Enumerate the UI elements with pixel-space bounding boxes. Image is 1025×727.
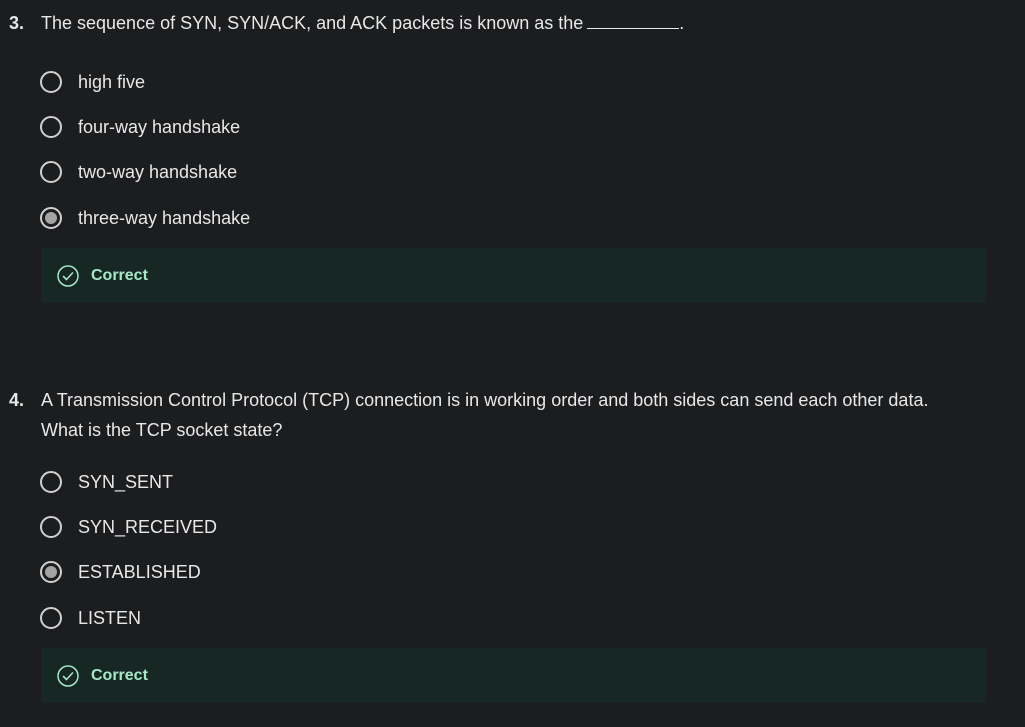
option-syn-sent[interactable]: SYN_SENT	[40, 467, 173, 497]
radio-button[interactable]	[40, 161, 62, 183]
question-number: 3.	[9, 13, 25, 33]
radio-button[interactable]	[40, 607, 62, 629]
option-syn-received[interactable]: SYN_RECEIVED	[40, 512, 217, 542]
option-established[interactable]: ESTABLISHED	[40, 557, 201, 587]
answer-blank	[587, 8, 680, 29]
radio-button[interactable]	[40, 71, 62, 93]
question-text: The sequence of SYN, SYN/ACK, and ACK pa…	[41, 8, 1025, 38]
check-circle-icon	[57, 664, 79, 687]
option-high-five[interactable]: high five	[40, 67, 145, 97]
feedback-correct-banner: Correct	[41, 248, 986, 303]
question-text: A Transmission Control Protocol (TCP) co…	[41, 390, 929, 440]
radio-button-selected[interactable]	[40, 207, 62, 229]
quiz-page: 3. The sequence of SYN, SYN/ACK, and ACK…	[0, 0, 1025, 727]
option-label: four-way handshake	[78, 116, 241, 137]
question-4: 4. A Transmission Control Protocol (TCP)…	[0, 385, 1025, 445]
question-3-header: 3. The sequence of SYN, SYN/ACK, and ACK…	[0, 8, 1025, 38]
option-listen[interactable]: LISTEN	[40, 603, 141, 633]
check-circle-icon	[57, 264, 79, 287]
radio-button-selected[interactable]	[40, 561, 62, 583]
radio-button[interactable]	[40, 516, 62, 538]
radio-button[interactable]	[40, 471, 62, 493]
radio-button[interactable]	[40, 116, 62, 138]
feedback-label: Correct	[91, 666, 148, 684]
feedback-correct-banner: Correct	[41, 648, 986, 703]
option-label: LISTEN	[78, 607, 142, 628]
option-label: three-way handshake	[78, 207, 251, 228]
option-label: SYN_SENT	[78, 471, 174, 492]
question-3-period: .	[679, 13, 685, 33]
question-3-prompt: The sequence of SYN, SYN/ACK, and ACK pa…	[41, 13, 584, 33]
option-three-way-handshake[interactable]: three-way handshake	[40, 203, 250, 233]
option-label: ESTABLISHED	[78, 561, 201, 582]
option-label: two-way handshake	[78, 161, 238, 182]
question-4-header: 4. A Transmission Control Protocol (TCP)…	[0, 385, 1025, 445]
option-four-way-handshake[interactable]: four-way handshake	[40, 112, 240, 142]
feedback-label: Correct	[91, 266, 148, 284]
question-number: 4.	[9, 390, 25, 410]
option-label: high five	[78, 71, 146, 92]
question-3: 3. The sequence of SYN, SYN/ACK, and ACK…	[0, 8, 1025, 38]
option-label: SYN_RECEIVED	[78, 516, 218, 537]
option-two-way-handshake[interactable]: two-way handshake	[40, 157, 237, 187]
